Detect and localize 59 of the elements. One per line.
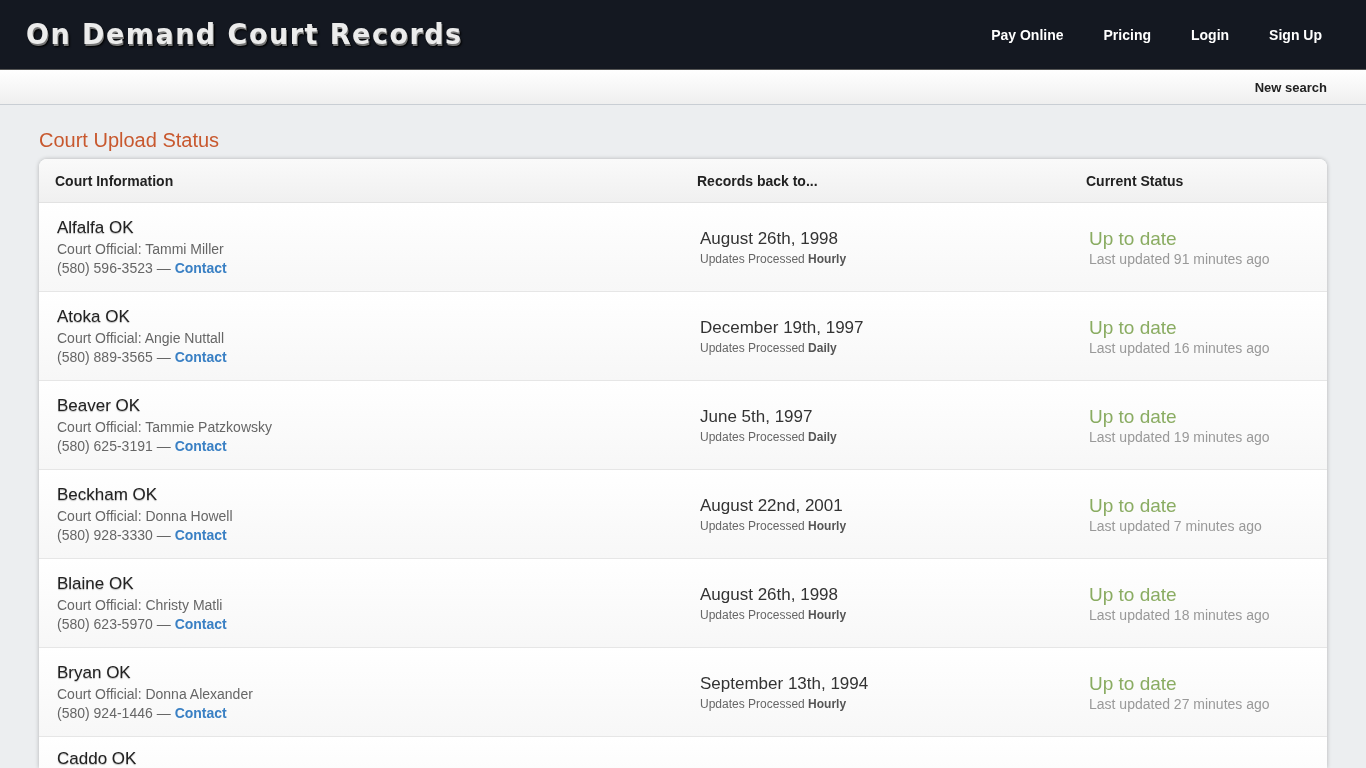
records-date: June 5th, 1997 [700,406,814,427]
court-official: Court Official: Angie Nuttall [57,330,226,346]
records-date: September 13th, 1994 [700,673,870,694]
last-updated: Last updated 7 minutes ago [1089,517,1263,534]
last-updated: Last updated 91 minutes ago [1089,250,1271,267]
update-frequency: Updates Processed Hourly [700,607,848,622]
nav-link[interactable]: Pricing [1083,26,1171,43]
records-date: August 26th, 1998 [700,584,839,605]
records-date: August 22nd, 2001 [700,495,844,516]
court-name: Beaver OK [57,396,142,416]
update-frequency: Updates Processed Hourly [700,251,848,266]
contact-link[interactable]: Contact [174,438,227,454]
status-text: Up to date [1089,405,1178,428]
new-search-link[interactable]: New search [1254,79,1327,95]
court-official: Court Official: Tammi Miller [57,241,225,257]
last-updated: Last updated 27 minutes ago [1089,695,1271,712]
phone-number: (580) 625-3191 — [57,438,171,454]
contact-link[interactable]: Contact [174,349,227,365]
contact-link[interactable]: Contact [174,527,227,543]
records-date: August 26th, 1998 [700,228,839,249]
status-text: Up to date [1089,227,1178,250]
status-text: Up to date [1089,672,1178,695]
status-text: Up to date [1089,583,1178,606]
phone-number: (580) 889-3565 — [57,349,171,365]
phone-number: (580) 596-3523 — [57,260,171,276]
court-official: Court Official: Christy Matli [57,597,224,613]
phone-number: (580) 623-5970 — [57,616,171,632]
update-frequency: Updates Processed Daily [700,429,838,444]
status-text: Up to date [1089,494,1178,517]
phone-number: (580) 924-1446 — [57,705,171,721]
last-updated: Last updated 16 minutes ago [1089,339,1271,356]
update-frequency: Updates Processed Hourly [700,696,848,711]
page-title: Court Upload Status [39,129,221,152]
update-frequency: Updates Processed Daily [700,340,838,355]
records-date: December 19th, 1997 [700,317,865,338]
court-name: Alfalfa OK [57,218,135,238]
court-official: Court Official: Tammie Patzkowsky [57,419,273,435]
contact-link[interactable]: Contact [174,260,227,276]
site-logo[interactable]: On Demand Court Records [26,18,463,51]
phone-number: (580) 928-3330 — [57,527,171,543]
court-official: Court Official: Donna Alexander [57,686,254,702]
court-name: Blaine OK [57,574,135,594]
contact-link[interactable]: Contact [174,616,227,632]
last-updated: Last updated 18 minutes ago [1089,606,1271,623]
nav-link[interactable]: Pay Online [971,26,1084,43]
court-name: Beckham OK [57,485,159,505]
nav-link[interactable]: Sign Up [1249,26,1342,43]
column-header: Records back to... [697,172,819,189]
court-name: Bryan OK [57,663,132,683]
court-name: Atoka OK [57,307,131,327]
column-header: Court Information [55,172,175,189]
last-updated: Last updated 19 minutes ago [1089,428,1271,445]
contact-link[interactable]: Contact [174,705,227,721]
update-frequency: Updates Processed Hourly [700,518,848,533]
status-text: Up to date [1089,316,1178,339]
column-header: Current Status [1086,172,1185,189]
court-official: Court Official: Donna Howell [57,508,234,524]
court-name: Caddo OK [57,749,138,768]
nav-link[interactable]: Login [1171,26,1250,43]
